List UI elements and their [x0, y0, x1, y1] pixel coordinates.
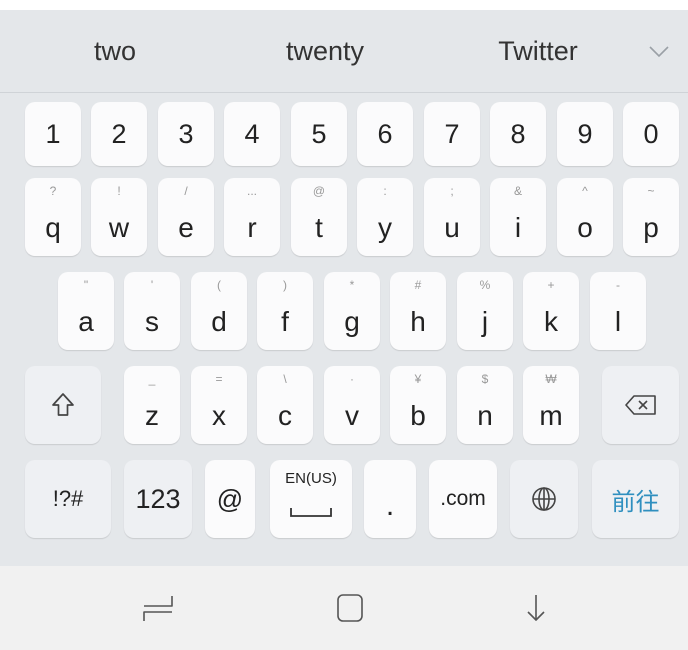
key-5[interactable]: 5: [291, 102, 347, 166]
key-g[interactable]: * g: [324, 272, 380, 350]
hide-keyboard-icon[interactable]: [516, 590, 556, 626]
suggestion-2[interactable]: twenty: [262, 10, 388, 92]
key-c[interactable]: \ c: [257, 366, 313, 444]
suggestion-bar: two twenty Twitter: [0, 10, 688, 93]
key-j[interactable]: % j: [457, 272, 513, 350]
key-l[interactable]: -l: [590, 272, 646, 350]
suggestion-1[interactable]: two: [60, 10, 170, 92]
home-icon[interactable]: [330, 590, 370, 626]
go-key[interactable]: 前往: [592, 460, 679, 538]
key-t[interactable]: @ t: [291, 178, 347, 256]
key-r[interactable]: ... r: [224, 178, 280, 256]
keyboard: two twenty Twitter 1 2 3 4 5 6 7 8 9 0 ?…: [0, 10, 688, 566]
key-s[interactable]: ' s: [124, 272, 180, 350]
shift-icon: [52, 393, 74, 416]
key-h[interactable]: # h: [390, 272, 446, 350]
key-9[interactable]: 9: [557, 102, 613, 166]
key-6[interactable]: 6: [357, 102, 413, 166]
chevron-down-icon[interactable]: [646, 38, 672, 64]
backspace-key[interactable]: [602, 366, 679, 444]
key-v[interactable]: · v: [324, 366, 380, 444]
key-2[interactable]: 2: [91, 102, 147, 166]
top-strip: [0, 0, 688, 10]
at-key[interactable]: @: [205, 460, 255, 538]
key-3[interactable]: 3: [158, 102, 214, 166]
key-8[interactable]: 8: [490, 102, 546, 166]
key-i[interactable]: & i: [490, 178, 546, 256]
key-b[interactable]: ¥ b: [390, 366, 446, 444]
key-q[interactable]: ? q: [25, 178, 81, 256]
key-y[interactable]: :y: [357, 178, 413, 256]
shift-key[interactable]: [25, 366, 101, 444]
key-p[interactable]: ~ p: [623, 178, 679, 256]
key-z[interactable]: _ z: [124, 366, 180, 444]
key-7[interactable]: 7: [424, 102, 480, 166]
space-bar-icon: [290, 508, 332, 517]
key-f[interactable]: ) f: [257, 272, 313, 350]
symbols-key[interactable]: !?#: [25, 460, 111, 538]
key-e[interactable]: / e: [158, 178, 214, 256]
suggestion-3[interactable]: Twitter: [470, 10, 606, 92]
period-key[interactable]: .: [364, 460, 416, 538]
dotcom-key[interactable]: .com: [429, 460, 497, 538]
key-m[interactable]: ₩ m: [523, 366, 579, 444]
key-o[interactable]: ^ o: [557, 178, 613, 256]
key-a[interactable]: " a: [58, 272, 114, 350]
key-4[interactable]: 4: [224, 102, 280, 166]
language-key[interactable]: [510, 460, 578, 538]
recent-apps-icon[interactable]: [138, 590, 178, 626]
navigation-bar: [0, 566, 688, 650]
key-n[interactable]: $ n: [457, 366, 513, 444]
key-1[interactable]: 1: [25, 102, 81, 166]
globe-icon: [532, 487, 556, 511]
key-x[interactable]: = x: [191, 366, 247, 444]
backspace-icon: [624, 395, 656, 415]
key-u[interactable]: ; u: [424, 178, 480, 256]
key-w[interactable]: ! w: [91, 178, 147, 256]
numeric-key[interactable]: 123: [124, 460, 192, 538]
key-d[interactable]: (d: [191, 272, 247, 350]
space-key[interactable]: EN(US): [270, 460, 352, 538]
key-k[interactable]: + k: [523, 272, 579, 350]
key-0[interactable]: 0: [623, 102, 679, 166]
